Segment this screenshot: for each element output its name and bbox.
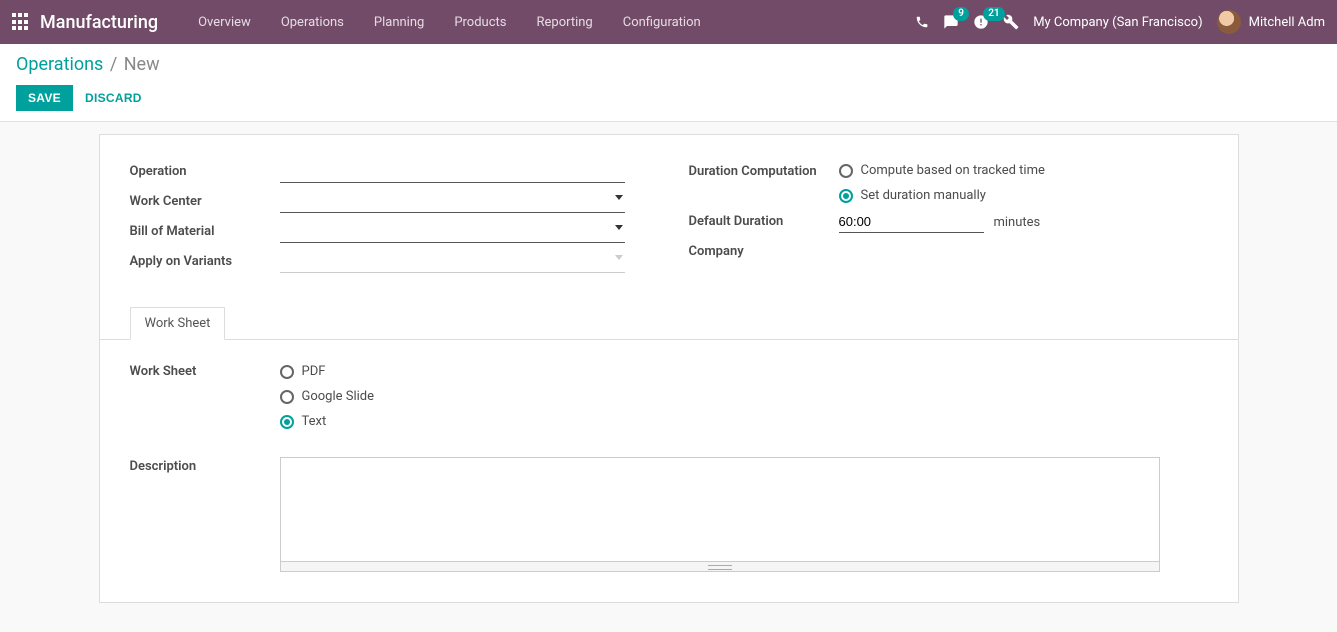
description-editor[interactable] — [280, 457, 1160, 562]
avatar — [1217, 10, 1241, 34]
default-duration-input[interactable] — [839, 211, 984, 233]
radio-manual-label: Set duration manually — [861, 188, 986, 203]
company-name: My Company (San Francisco) — [1033, 15, 1202, 30]
operation-label: Operation — [130, 161, 280, 179]
nav-links: Overview Operations Planning Products Re… — [183, 0, 716, 44]
radio-pdf[interactable]: PDF — [280, 364, 1208, 379]
operation-input[interactable] — [280, 161, 625, 183]
resize-handle[interactable] — [280, 562, 1160, 572]
variants-dropdown — [280, 251, 625, 273]
worksheet-label: Work Sheet — [130, 362, 280, 429]
breadcrumb: Operations / New — [16, 54, 1321, 75]
systray: 9 21 My Company (San Francisco) Mitchell… — [915, 10, 1325, 34]
radio-text[interactable]: Text — [280, 414, 1208, 429]
radio-pdf-input[interactable] — [280, 365, 294, 379]
nav-planning[interactable]: Planning — [359, 0, 439, 44]
chevron-down-icon — [615, 225, 623, 230]
tab-bar: Work Sheet — [100, 306, 1238, 340]
default-duration-label: Default Duration — [689, 211, 839, 229]
work-center-label: Work Center — [130, 191, 280, 209]
variants-label: Apply on Variants — [130, 251, 280, 269]
user-menu[interactable]: Mitchell Adm — [1217, 10, 1325, 34]
bom-dropdown[interactable] — [280, 221, 625, 243]
breadcrumb-sep: / — [110, 54, 117, 75]
radio-google-input[interactable] — [280, 390, 294, 404]
minutes-label: minutes — [994, 215, 1041, 230]
chevron-down-icon — [615, 195, 623, 200]
apps-icon[interactable] — [12, 13, 30, 31]
breadcrumb-root[interactable]: Operations — [16, 54, 103, 75]
nav-products[interactable]: Products — [439, 0, 521, 44]
left-column: Operation Work Center Bill of Material A… — [130, 161, 649, 281]
nav-overview[interactable]: Overview — [183, 0, 266, 44]
radio-pdf-label: PDF — [302, 364, 326, 379]
bom-label: Bill of Material — [130, 221, 280, 239]
radio-text-input[interactable] — [280, 415, 294, 429]
nav-operations[interactable]: Operations — [266, 0, 359, 44]
radio-text-label: Text — [302, 414, 327, 429]
top-nav: Manufacturing Overview Operations Planni… — [0, 0, 1337, 44]
form-sheet: Operation Work Center Bill of Material A… — [99, 134, 1239, 603]
page-head: Operations / New SAVE DISCARD — [0, 44, 1337, 122]
save-button[interactable]: SAVE — [16, 85, 73, 111]
radio-tracked-input[interactable] — [839, 164, 853, 178]
phone-icon[interactable] — [915, 15, 929, 29]
activity-badge: 21 — [983, 7, 1004, 21]
tab-content: Work Sheet PDF Google Slide Text — [130, 340, 1208, 572]
duration-comp-label: Duration Computation — [689, 161, 839, 179]
radio-google-label: Google Slide — [302, 389, 375, 404]
app-title[interactable]: Manufacturing — [40, 12, 158, 33]
radio-tracked-time[interactable]: Compute based on tracked time — [839, 163, 1208, 178]
radio-tracked-label: Compute based on tracked time — [861, 163, 1045, 178]
description-label: Description — [130, 457, 280, 572]
tab-worksheet[interactable]: Work Sheet — [130, 307, 226, 340]
user-name: Mitchell Adm — [1249, 15, 1325, 30]
work-center-dropdown[interactable] — [280, 191, 625, 213]
discard-button[interactable]: DISCARD — [85, 91, 142, 105]
radio-manual[interactable]: Set duration manually — [839, 188, 1208, 203]
activity-icon[interactable]: 21 — [973, 14, 989, 30]
action-buttons: SAVE DISCARD — [16, 85, 1321, 111]
chat-badge: 9 — [953, 7, 969, 21]
company-selector[interactable]: My Company (San Francisco) — [1033, 15, 1202, 30]
radio-google-slide[interactable]: Google Slide — [280, 389, 1208, 404]
tools-icon[interactable] — [1003, 14, 1019, 30]
chevron-down-icon — [615, 255, 623, 260]
nav-reporting[interactable]: Reporting — [522, 0, 608, 44]
chat-icon[interactable]: 9 — [943, 14, 959, 30]
nav-configuration[interactable]: Configuration — [608, 0, 716, 44]
right-column: Duration Computation Compute based on tr… — [689, 161, 1208, 281]
radio-manual-input[interactable] — [839, 189, 853, 203]
breadcrumb-current: New — [124, 54, 160, 75]
company-label: Company — [689, 241, 839, 259]
